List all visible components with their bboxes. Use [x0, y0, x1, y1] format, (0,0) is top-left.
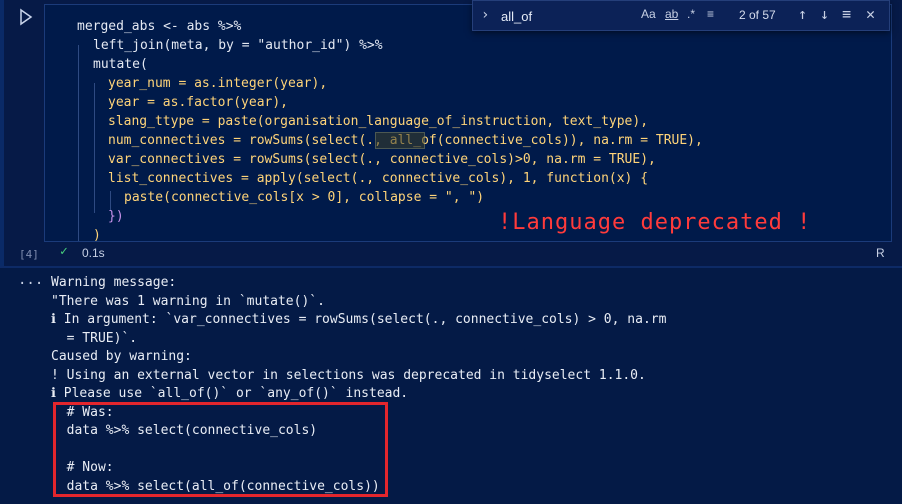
play-icon: [20, 8, 33, 26]
cell-language[interactable]: R: [876, 246, 885, 260]
code-line: mutate(: [93, 57, 148, 72]
code-line: left_join(meta, by = "author_id") %>%: [93, 38, 383, 53]
find-match-count: 2 of 57: [739, 8, 776, 22]
deprecation-annotation: !Language deprecated !: [498, 210, 812, 235]
cell-focus-border: [0, 0, 4, 266]
output-line: Caused by warning:: [51, 349, 192, 364]
find-widget: › Aa ab .* ≡ 2 of 57 ↑ ↓ ≡ ✕: [472, 0, 890, 31]
output-line: = TRUE)`.: [51, 330, 138, 346]
highlight-box: [53, 402, 388, 497]
output-line: ! Using an external vector in selections…: [51, 367, 646, 383]
code-line: year = as.factor(year),: [108, 95, 289, 110]
arrow-up-icon[interactable]: ↑: [798, 5, 807, 23]
code-line: slang_ttype = paste(organisation_languag…: [108, 114, 649, 129]
find-input[interactable]: [497, 5, 765, 27]
arrow-down-icon[interactable]: ↓: [820, 5, 829, 23]
code-line: list_connectives = apply(select(., conne…: [108, 171, 649, 186]
find-in-selection-icon[interactable]: ≡: [842, 5, 851, 23]
code-line: paste(connective_cols[x > 0], collapse =…: [124, 190, 485, 205]
output-line: ℹ Please use `all_of()` or `any_of()` in…: [51, 386, 409, 401]
output-more-icon[interactable]: ···: [18, 276, 43, 292]
close-icon[interactable]: ✕: [866, 5, 875, 23]
indent-guide: [78, 45, 79, 241]
code-line: var_connectives = rowSums(select(., conn…: [108, 152, 656, 167]
whole-word-toggle[interactable]: ab: [665, 7, 678, 21]
code-line: year_num = as.integer(year),: [108, 76, 328, 91]
find-match-highlight: [375, 132, 425, 149]
match-case-toggle[interactable]: Aa: [641, 7, 656, 21]
preserve-case-icon[interactable]: ≡: [707, 7, 714, 21]
output-line: "There was 1 warning in `mutate()`.: [51, 293, 325, 309]
regex-toggle[interactable]: .*: [687, 7, 695, 21]
run-cell-button[interactable]: [18, 8, 36, 26]
execution-count: [4]: [19, 248, 39, 261]
indent-guide: [94, 83, 95, 213]
code-line: }): [108, 209, 124, 224]
output-line: ℹ In argument: `var_connectives = rowSum…: [51, 312, 667, 327]
code-editor[interactable]: merged_abs <- abs %>% left_join(meta, by…: [44, 4, 892, 243]
chevron-right-icon[interactable]: ›: [481, 7, 489, 23]
success-check-icon: ✓: [60, 244, 68, 259]
execution-duration: 0.1s: [82, 246, 105, 260]
output-line: Warning message:: [51, 275, 177, 290]
code-line: ): [93, 228, 101, 243]
code-line: merged_abs <- abs %>%: [77, 19, 242, 34]
